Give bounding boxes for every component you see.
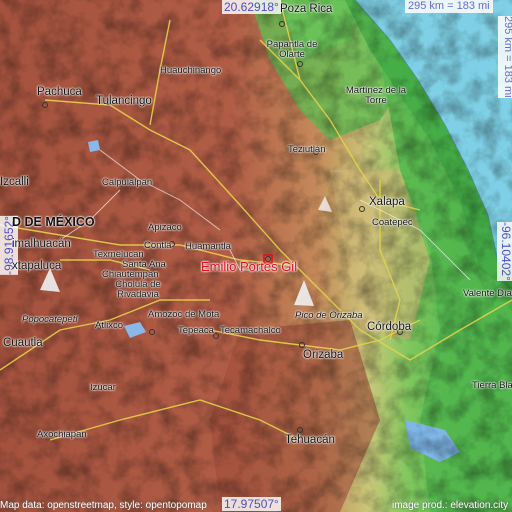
south-coordinate: 17.97507° bbox=[222, 497, 281, 511]
place-apizaco[interactable]: Apizaco bbox=[148, 223, 182, 233]
credit-image-producer: image prod.: elevation.city bbox=[392, 500, 509, 511]
place-amozoc[interactable]: Amozoc de Mota bbox=[148, 310, 219, 320]
place-huamantla[interactable]: Huamantla bbox=[185, 242, 231, 252]
place-tehuacan[interactable]: Tehuacán bbox=[285, 434, 335, 446]
scale-top: 295 km = 183 mi bbox=[405, 0, 493, 13]
place-papantla[interactable]: Papantla de Olarte bbox=[262, 40, 322, 60]
place-calpulalpan[interactable]: Calpulalpan bbox=[102, 178, 152, 188]
place-teziutlan[interactable]: Teziutlán bbox=[288, 145, 326, 155]
map-view[interactable]: 20.62918° 17.97507° -98.91652° -96.10402… bbox=[0, 0, 512, 512]
place-tulancingo[interactable]: Tulancingo bbox=[96, 95, 152, 107]
place-coatepec[interactable]: Coatepec bbox=[372, 218, 413, 228]
place-izcalli[interactable]: Izcalli bbox=[0, 176, 29, 188]
east-coordinate: -96.10402° bbox=[497, 222, 512, 281]
place-cdmx[interactable]: D DE MÉXICO bbox=[0, 216, 95, 229]
place-axochiapan[interactable]: Axochiapan bbox=[37, 430, 87, 440]
place-poza-rica[interactable]: Poza Rica bbox=[280, 3, 332, 15]
target-label[interactable]: Emilio Portes Gil bbox=[201, 260, 297, 273]
place-valente[interactable]: Valente Díaz bbox=[463, 289, 512, 299]
place-cholula[interactable]: Cholula de Rivadavia bbox=[110, 280, 166, 300]
place-tecamachalco[interactable]: Tecamachalco bbox=[220, 326, 281, 336]
scale-right: 295 km = 183 mi bbox=[498, 16, 512, 98]
place-ixtapaluca[interactable]: xtapaluca bbox=[12, 260, 61, 272]
place-tierra-blanca[interactable]: Tierra Bla bbox=[472, 381, 512, 391]
place-tepeaca[interactable]: Tepeaca bbox=[178, 326, 214, 336]
place-martinez[interactable]: Martínez de la Torre bbox=[338, 86, 414, 106]
place-huauchinango[interactable]: Huauchinango bbox=[160, 66, 221, 76]
north-coordinate: 20.62918° bbox=[222, 0, 281, 14]
credit-map-data: Map data: openstreetmap, style: opentopo… bbox=[0, 500, 207, 511]
place-atlixco[interactable]: Atlixco bbox=[95, 321, 123, 331]
place-cordoba[interactable]: Córdoba bbox=[367, 321, 411, 333]
peak-popocatepetl[interactable]: Popocatépetl bbox=[22, 314, 77, 326]
place-contla[interactable]: Contla bbox=[144, 241, 171, 251]
peak-orizaba[interactable]: Pico de Orizaba bbox=[295, 310, 363, 322]
place-izucar[interactable]: Izúcar bbox=[90, 383, 116, 393]
place-cuautla[interactable]: Cuautla bbox=[3, 337, 43, 349]
place-pachuca[interactable]: Pachuca bbox=[37, 86, 82, 98]
place-chimalhuacan[interactable]: imalhuacán bbox=[12, 238, 71, 250]
place-orizaba[interactable]: Orizaba bbox=[303, 349, 343, 361]
place-xalapa[interactable]: Xalapa bbox=[369, 196, 405, 208]
